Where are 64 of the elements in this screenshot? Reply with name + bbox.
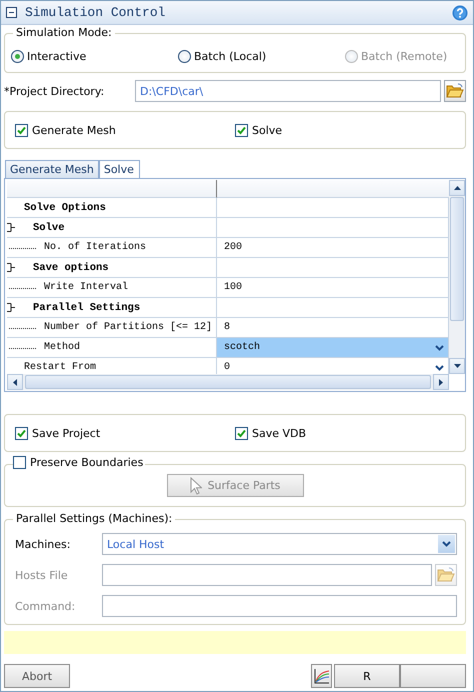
- group-label: Simulation Mode:: [13, 26, 115, 39]
- dialog-button[interactable]: [400, 664, 466, 688]
- scroll-left-button[interactable]: [7, 374, 23, 390]
- checkbox-label: Save Project: [32, 426, 100, 440]
- chart-button[interactable]: [311, 664, 332, 688]
- dropdown-icon[interactable]: [434, 364, 444, 370]
- property-name: Number of Partitions [<= 12]: [44, 322, 212, 333]
- field-label: Command:: [15, 600, 76, 612]
- browse-button[interactable]: [444, 80, 466, 102]
- property-name: Restart From: [24, 362, 96, 373]
- folder-icon: [437, 567, 455, 583]
- machines-dropdown[interactable]: Local Host: [102, 533, 457, 555]
- down-arrow-icon: [454, 364, 460, 368]
- scroll-up-button[interactable]: [449, 180, 465, 196]
- directory-field[interactable]: D:\CFD\car\: [135, 80, 441, 102]
- checkbox-label: Save VDB: [252, 426, 306, 440]
- checkbox-label: Solve: [252, 124, 282, 136]
- expander-icon[interactable]: [7, 263, 16, 272]
- tab[interactable]: Generate Mesh: [5, 160, 99, 178]
- collapse-icon[interactable]: [6, 7, 17, 18]
- group-label: Parallel Settings: [33, 302, 140, 314]
- left-arrow-icon: [13, 378, 17, 386]
- checkbox[interactable]: [235, 426, 248, 440]
- chart-icon: [314, 668, 330, 684]
- group-label: Parallel Settings (Machines):: [13, 512, 176, 525]
- group-label: Save options: [33, 262, 109, 274]
- dropdown-icon: [442, 541, 451, 547]
- expander-icon[interactable]: [7, 303, 16, 312]
- right-arrow-icon: [439, 378, 443, 386]
- property-name: Write Interval: [44, 282, 128, 293]
- scrollbar-thumb[interactable]: [25, 375, 431, 389]
- checkbox[interactable]: [235, 124, 248, 136]
- expander-icon[interactable]: [7, 223, 16, 232]
- scroll-down-button[interactable]: [449, 358, 465, 374]
- field-label: Machines:: [15, 538, 72, 550]
- group-label: Solve: [33, 222, 65, 234]
- property-value[interactable]: 200: [217, 238, 449, 258]
- run-button[interactable]: R: [334, 664, 400, 688]
- hosts-file-field[interactable]: [102, 564, 432, 586]
- property-name: No. of Iterations: [44, 242, 146, 253]
- field-label: Hosts File: [15, 568, 69, 582]
- checkbox-label: Preserve Boundaries: [30, 456, 144, 469]
- property-name: Method: [44, 342, 80, 353]
- scroll-right-button[interactable]: [433, 374, 449, 390]
- category-label: Solve Options: [24, 202, 106, 214]
- dropdown-icon[interactable]: [434, 344, 444, 350]
- property-value[interactable]: 100: [217, 278, 449, 298]
- radio-option[interactable]: Batch (Local): [178, 50, 345, 62]
- checkbox[interactable]: [15, 426, 28, 440]
- field-label: *Project Directory:: [4, 84, 106, 98]
- help-icon[interactable]: [452, 4, 468, 20]
- checkbox[interactable]: [15, 124, 28, 136]
- checkbox[interactable]: [13, 456, 26, 469]
- panel-title: Simulation Control: [25, 5, 166, 20]
- scrollbar-thumb[interactable]: [450, 197, 464, 321]
- command-field[interactable]: [102, 595, 457, 617]
- cursor-icon: [190, 476, 202, 494]
- abort-button[interactable]: Abort: [4, 664, 70, 688]
- checkbox-label: Generate Mesh: [32, 124, 116, 136]
- property-value[interactable]: scotch: [217, 338, 449, 358]
- radio-option[interactable]: Interactive: [11, 50, 178, 62]
- up-arrow-icon: [454, 186, 460, 190]
- folder-icon: [446, 83, 464, 99]
- tab[interactable]: Solve: [98, 160, 140, 179]
